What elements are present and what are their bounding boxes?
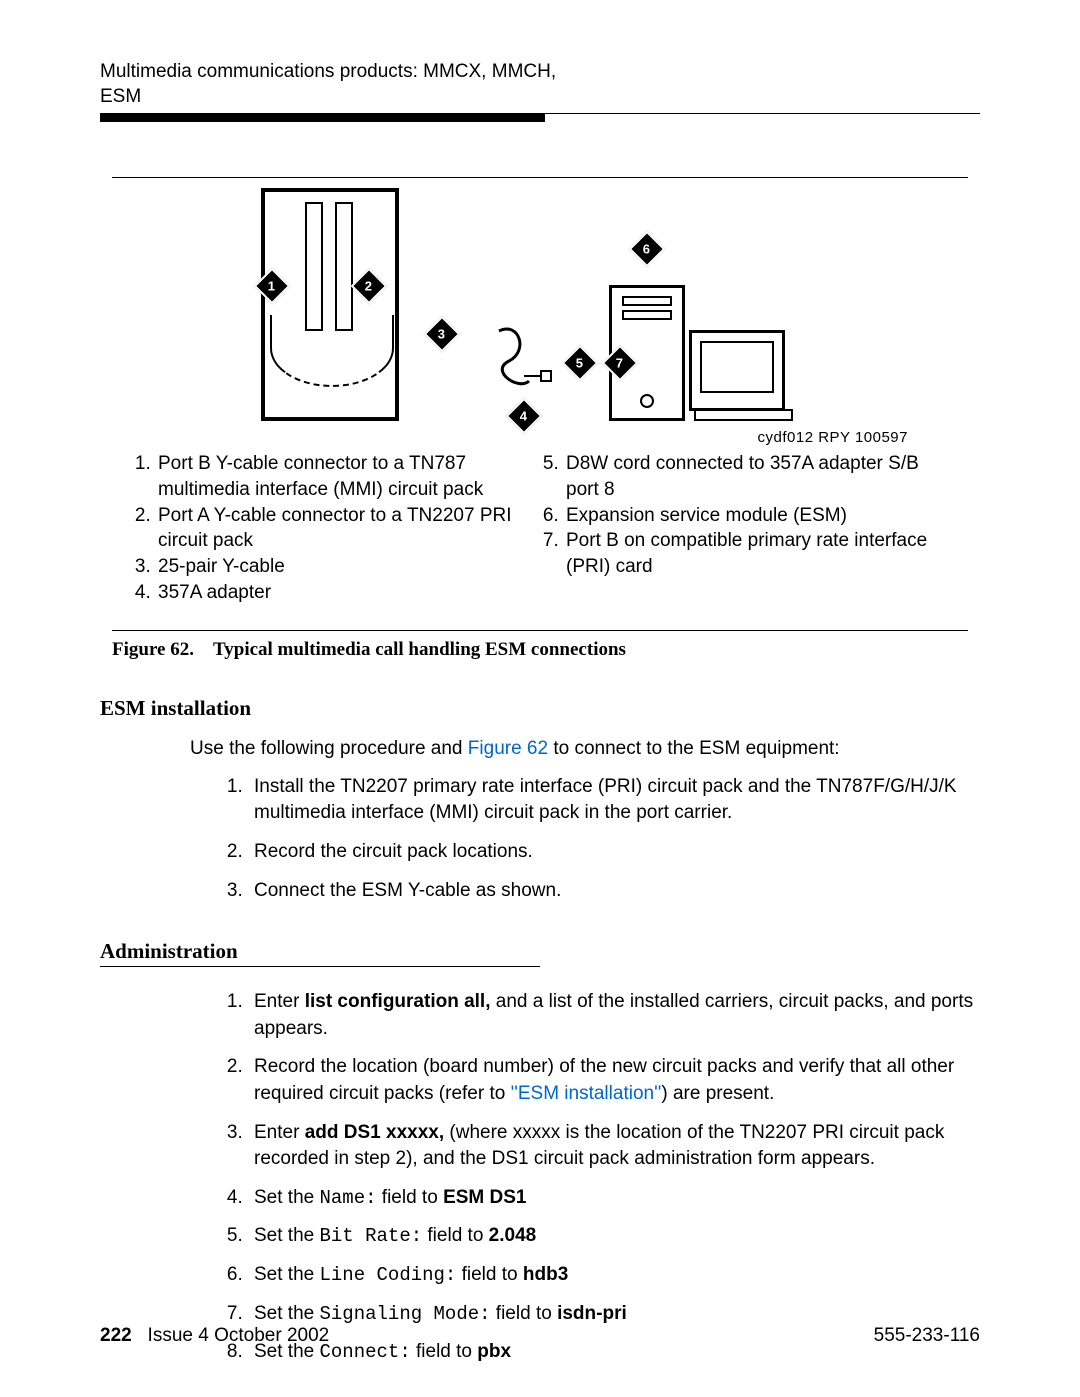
list-item: Record the location (board number) of th… bbox=[248, 1054, 980, 1107]
callout-5: 5 bbox=[562, 345, 599, 382]
list-item: Set the Line Coding: field to hdb3 bbox=[248, 1262, 980, 1289]
figure-diagram: 1 2 3 4 5 bbox=[112, 188, 968, 421]
running-header: Multimedia communications products: MMCX… bbox=[100, 60, 980, 109]
callout-3: 3 bbox=[424, 316, 461, 353]
header-line-2: ESM bbox=[100, 86, 141, 107]
keyboard-icon bbox=[694, 409, 793, 421]
list-item: Enter list configuration all, and a list… bbox=[248, 989, 980, 1042]
link-figure-62[interactable]: Figure 62 bbox=[468, 738, 548, 759]
legend-item: 357A adapter bbox=[156, 580, 540, 606]
legend-item: Port A Y-cable connector to a TN2207 PRI… bbox=[156, 503, 540, 554]
legend-item: Expansion service module (ESM) bbox=[564, 503, 948, 529]
list-item: Enter add DS1 xxxxx, (where xxxxx is the… bbox=[248, 1120, 980, 1173]
esm-steps-list: Install the TN2207 primary rate interfac… bbox=[100, 774, 980, 904]
figure-62: 1 2 3 4 5 bbox=[112, 177, 968, 661]
header-line-1: Multimedia communications products: MMCX… bbox=[100, 61, 556, 82]
figure-legend: Port B Y-cable connector to a TN787 mult… bbox=[112, 451, 968, 605]
doc-number: 555-233-116 bbox=[874, 1325, 980, 1347]
figure-code: cydf012 RPY 100597 bbox=[112, 429, 968, 446]
figure-bottom-rule bbox=[112, 630, 968, 631]
monitor-icon bbox=[689, 330, 785, 411]
esm-intro: Use the following procedure and Figure 6… bbox=[190, 736, 980, 762]
heading-esm-installation: ESM installation bbox=[100, 696, 980, 721]
page-footer: 222 Issue 4 October 2002 555-233-116 bbox=[100, 1325, 980, 1347]
adapter-icon bbox=[489, 321, 559, 401]
header-rule-thick bbox=[100, 114, 545, 122]
figure-top-rule bbox=[112, 177, 968, 178]
page-number: 222 bbox=[100, 1325, 132, 1346]
list-item: Set the Name: field to ESM DS1 bbox=[248, 1185, 980, 1212]
list-item: Set the Signaling Mode: field to isdn-pr… bbox=[248, 1301, 980, 1328]
issue-date: Issue 4 October 2002 bbox=[148, 1325, 330, 1346]
list-item: Set the Bit Rate: field to 2.048 bbox=[248, 1223, 980, 1250]
link-esm-installation[interactable]: ''ESM installation'' bbox=[511, 1083, 662, 1104]
list-item: Install the TN2207 primary rate interfac… bbox=[248, 774, 980, 827]
legend-item: Port B on compatible primary rate interf… bbox=[564, 528, 948, 579]
list-item: Record the circuit pack locations. bbox=[248, 839, 980, 866]
legend-item: Port B Y-cable connector to a TN787 mult… bbox=[156, 451, 540, 502]
footer-left: 222 Issue 4 October 2002 bbox=[100, 1325, 329, 1347]
legend-item: D8W cord connected to 357A adapter S/B p… bbox=[564, 451, 948, 502]
list-item: Connect the ESM Y-cable as shown. bbox=[248, 878, 980, 905]
cabinet-icon bbox=[261, 188, 399, 421]
document-page: Multimedia communications products: MMCX… bbox=[0, 0, 1080, 1397]
pc-diagram: 4 5 6 7 bbox=[489, 231, 819, 421]
callout-6: 6 bbox=[629, 231, 666, 268]
heading-administration: Administration bbox=[100, 939, 540, 967]
admin-steps-list: Enter list configuration all, and a list… bbox=[100, 989, 980, 1366]
figure-caption: Figure 62. Typical multimedia call handl… bbox=[112, 639, 968, 661]
legend-item: 25-pair Y-cable bbox=[156, 554, 540, 580]
